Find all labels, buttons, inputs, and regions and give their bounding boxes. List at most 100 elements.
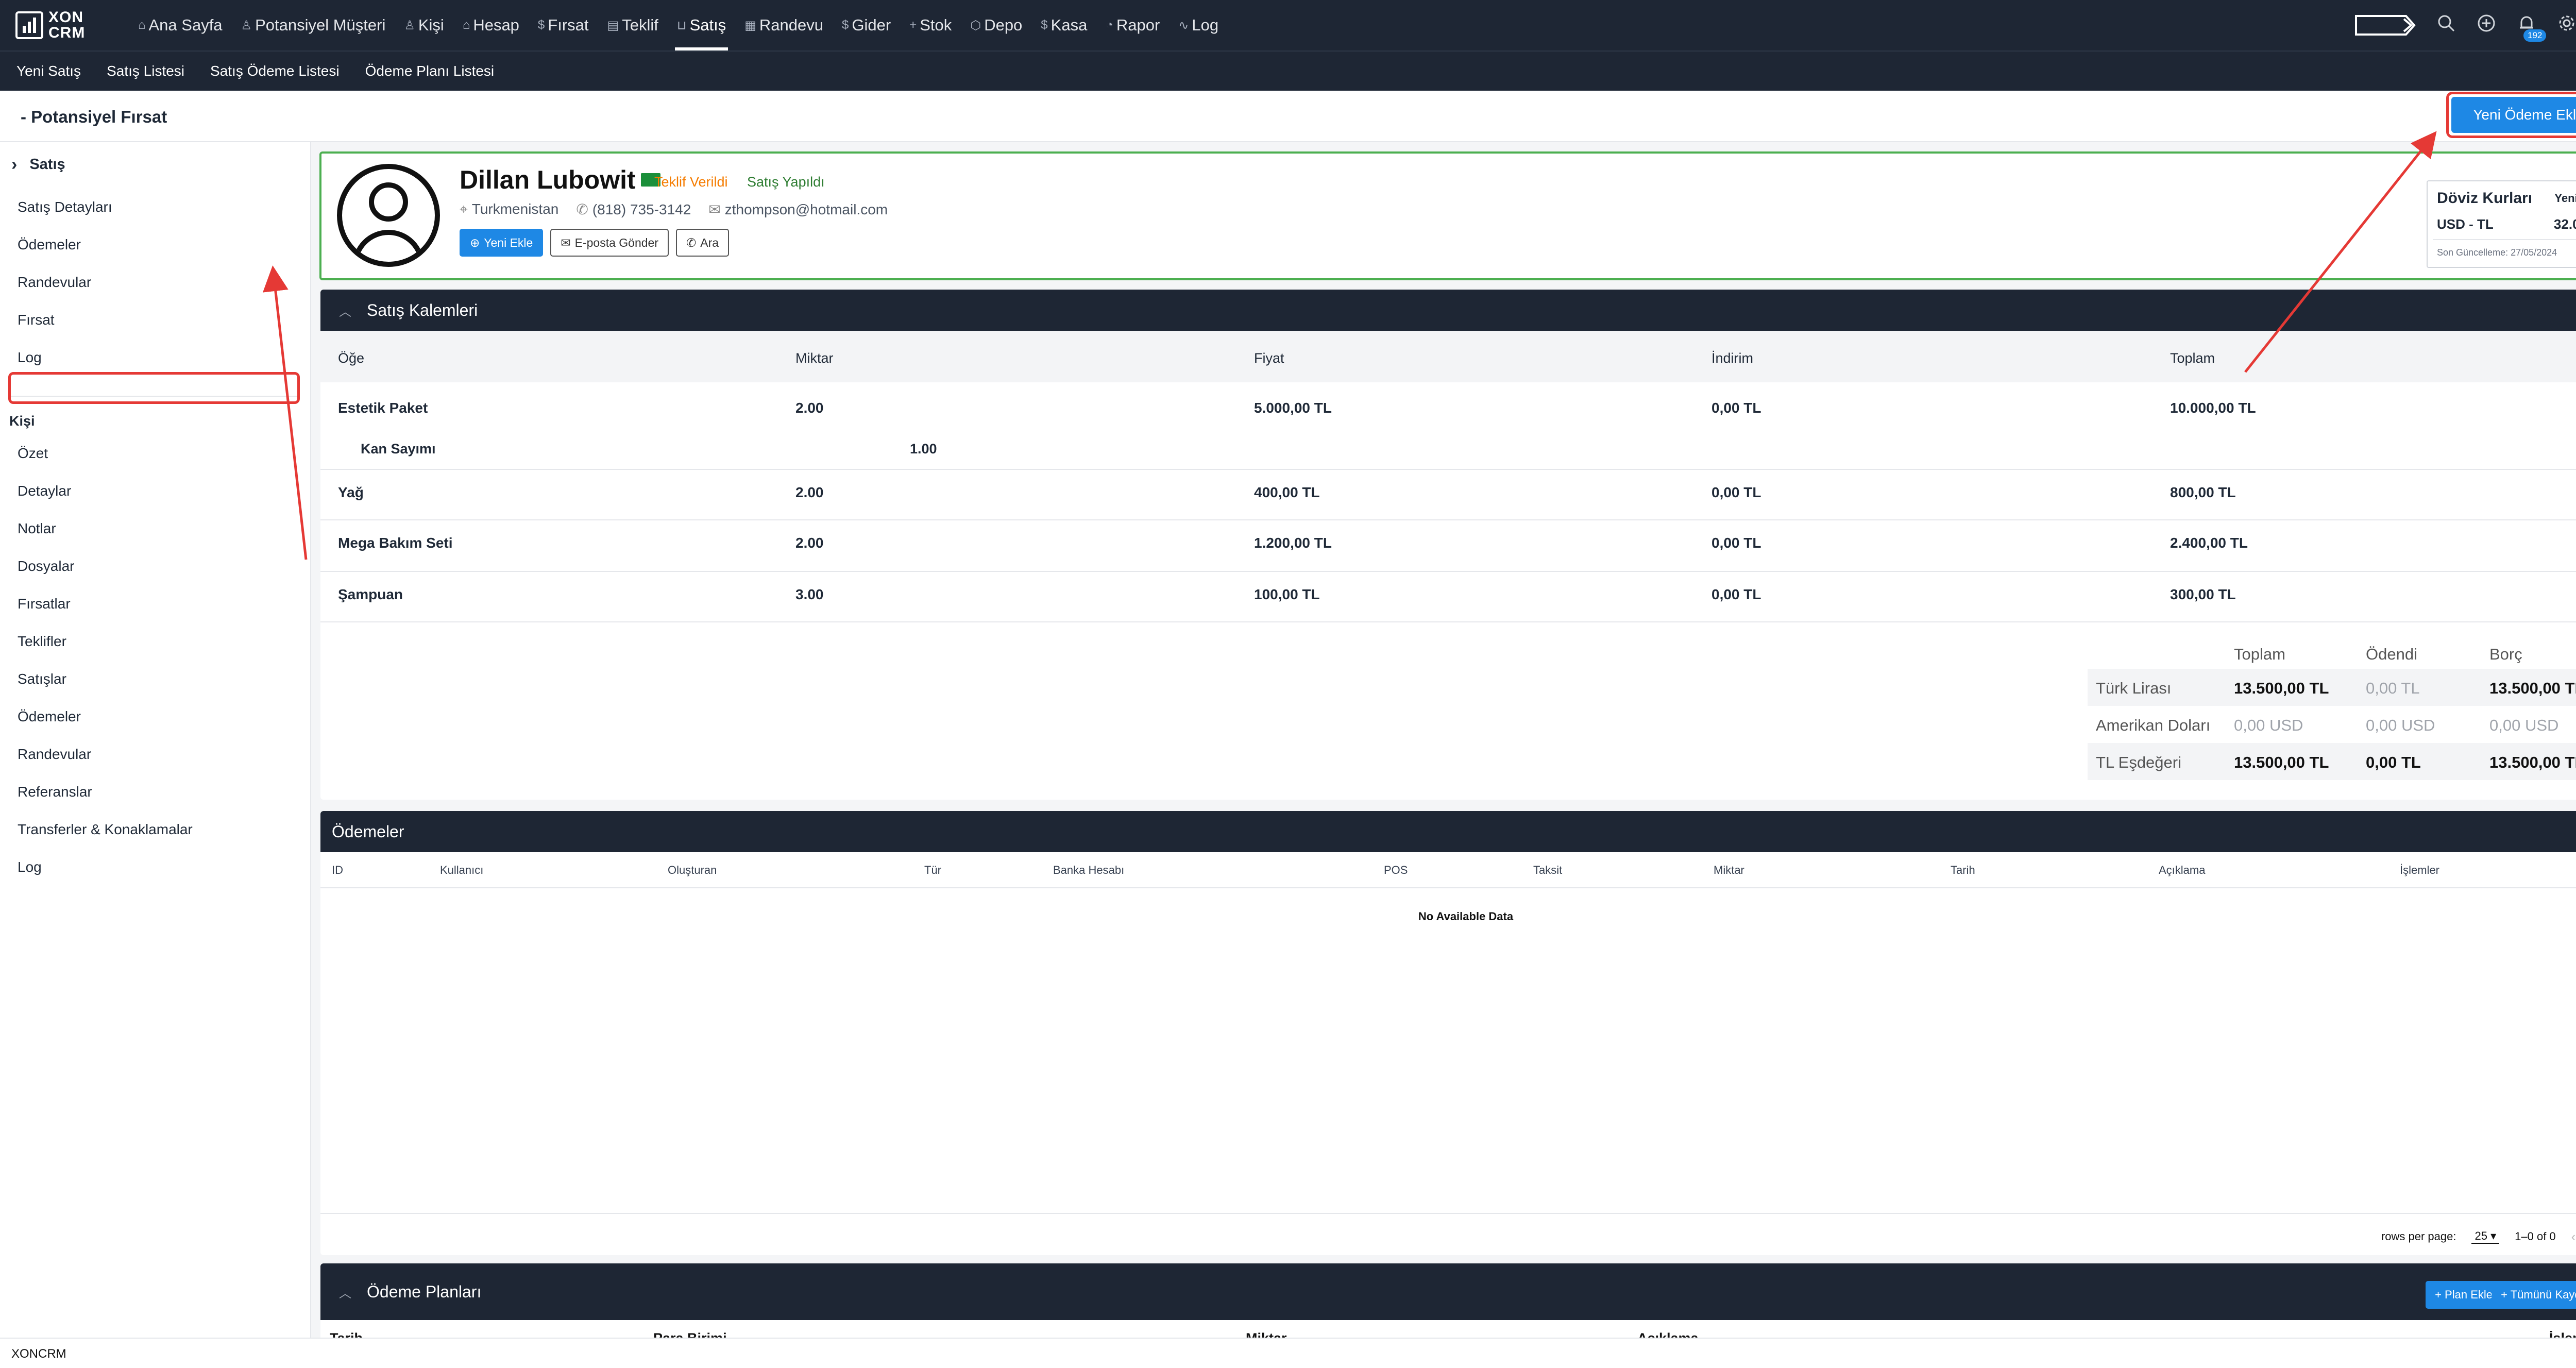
nav-item-12[interactable]: ◔ Rapor [1096,0,1169,50]
sidebar-item-opportunities[interactable]: Fırsatlar [18,596,71,612]
arrow-tag-icon[interactable] [2354,14,2416,37]
sidebar-sale-header[interactable]: › Satış [11,155,65,175]
sidebar-item-references[interactable]: Referanslar [18,784,92,800]
sidebar-item-sale-details[interactable]: Satış Detayları [18,199,112,215]
nav-item-0[interactable]: ⌂ Ana Sayfa [129,0,232,50]
nav-item-4[interactable]: $ Fırsat [529,0,598,50]
contact-phone[interactable]: ✆ (818) 735-3142 [576,201,691,218]
nav-label: Stok [920,16,952,34]
empty-state: No Available Data [1418,910,1514,923]
sidebar-item-offers[interactable]: Teklifler [18,633,66,650]
nav-item-13[interactable]: ∿ Log [1169,0,1228,50]
add-plan-button[interactable]: + Plan Ekle [2426,1281,2502,1309]
pay-col-pos: POS [1384,864,1408,876]
send-email-button[interactable]: ✉ E-posta Gönder [550,229,669,257]
nav-item-3[interactable]: ⌂ Hesap [453,0,529,50]
dollar-icon: $ [1041,18,1048,32]
home-icon: ⌂ [138,18,146,32]
subnav-sales-list[interactable]: Satış Listesi [107,63,184,79]
pay-col-installment: Taksit [1533,864,1563,876]
calendar-icon: ▦ [744,18,756,32]
rows-per-page-select[interactable]: 25 ▾ [2471,1229,2500,1244]
table-cell: 10.000,00 TL [2170,400,2256,416]
col-total: Toplam [2170,350,2215,366]
pay-col-amount: Miktar [1714,864,1744,876]
table-cell: 5.000,00 TL [1254,400,1332,416]
sidebar-item-contact-appointments[interactable]: Randevular [18,746,91,763]
add-circle-icon[interactable] [2476,14,2497,37]
chevron-right-icon: › [11,155,18,174]
sales-items-header[interactable]: ︿ Satış Kalemleri [320,290,2576,331]
col-discount: İndirim [1711,350,1754,366]
page-header: - Potansiyel Fırsat [0,91,2576,142]
sidebar-item-sales[interactable]: Satışlar [18,671,66,687]
table-cell: Şampuan [338,586,403,602]
document-icon: ▤ [607,18,619,32]
exchange-rates-box: Döviz Kurları Yenile USD - TL 32.08 Son … [2427,180,2576,268]
nav-item-9[interactable]: + Stok [900,0,961,50]
contact-meta: ⌖ Turkmenistan ✆ (818) 735-3142 ✉ zthompson… [460,201,888,218]
table-cell: 2.00 [795,535,824,551]
sidebar-item-summary[interactable]: Özet [18,445,48,462]
bell-icon[interactable]: 192 [2516,14,2547,42]
nav-item-10[interactable]: ⬡ Depo [961,0,1031,50]
nav-label: Kasa [1050,16,1088,34]
app-logo[interactable]: XON CRM [15,7,103,43]
nav-item-5[interactable]: ▤ Teklif [598,0,668,50]
sidebar-item-transfers[interactable]: Transferler & Konaklamalar [18,821,193,838]
sidebar-item-payments[interactable]: Ödemeler [18,237,81,253]
plus-circle-icon: ⊕ [470,235,480,249]
contact-name: Dillan Lubowit [460,165,660,195]
save-all-button[interactable]: + Tümünü Kaydet [2492,1281,2576,1309]
table-cell: 2.400,00 TL [2170,535,2248,551]
dollar-icon: $ [537,18,545,32]
table-cell: Yağ [338,484,364,500]
col-item: Öğe [338,350,365,366]
plus-icon: + [909,18,917,32]
sidebar-item-contact-log[interactable]: Log [18,859,42,875]
mail-icon: ✉ [561,235,571,249]
sidebar-item-files[interactable]: Dosyalar [18,558,74,575]
add-new-button[interactable]: ⊕ Yeni Ekle [460,229,544,257]
search-icon[interactable] [2436,14,2456,37]
pay-col-actions: İşlemler [2400,864,2440,876]
box-icon: ⬡ [970,18,981,32]
highlight-box-new-payment [2446,92,2576,138]
sidebar-item-opportunity[interactable]: Fırsat [18,312,55,328]
gear-icon[interactable] [2556,14,2576,37]
payment-plans-header[interactable]: ︿ Ödeme Planları [320,1263,2576,1320]
pay-col-bank-account: Banka Hesabı [1053,864,1125,876]
sidebar-item-appointments[interactable]: Randevular [18,274,91,291]
highlight-box-payments [8,372,300,404]
sidebar-contact-section: Kişi [9,413,35,429]
exchange-rates-title: Döviz Kurları [2437,190,2533,207]
subnav-sale-payments-list[interactable]: Satış Ödeme Listesi [210,63,340,79]
col-price: Fiyat [1254,350,1284,366]
subnav-payment-plan-list[interactable]: Ödeme Planı Listesi [365,63,495,79]
nav-item-11[interactable]: $ Kasa [1031,0,1096,50]
prev-page-icon[interactable]: ‹ [2571,1229,2576,1245]
sidebar-item-notes[interactable]: Notlar [18,520,56,537]
nav-label: Ana Sayfa [148,16,223,34]
sidebar-item-log[interactable]: Log [18,349,42,366]
people-icon: ♙ [404,18,415,32]
nav-label: Depo [984,16,1023,34]
profile-actions: ⊕ Yeni Ekle ✉ E-posta Gönder ✆ Ara [460,229,730,257]
subnav-new-sale[interactable]: Yeni Satış [16,63,81,79]
sidebar-item-contact-payments[interactable]: Ödemeler [18,708,81,725]
pagination-range: 1–0 of 0 [2515,1230,2556,1243]
nav-item-8[interactable]: $ Gider [833,0,900,50]
pay-col-date: Tarih [1951,864,1975,876]
person-icon: ♙ [241,18,252,32]
phone-icon: ✆ [686,235,697,249]
nav-label: Hesap [473,16,519,34]
nav-item-2[interactable]: ♙ Kişi [395,0,453,50]
nav-item-7[interactable]: ▦ Randevu [735,0,833,50]
sidebar-item-details[interactable]: Detaylar [18,483,71,499]
nav-item-1[interactable]: ♙ Potansiyel Müşteri [232,0,395,50]
call-button[interactable]: ✆ Ara [676,229,730,257]
summary-row-try: Türk Lirası 13.500,00 TL 0,00 TL 13.500,… [2088,669,2576,706]
nav-item-6[interactable]: ⊔ Satış [668,0,735,50]
refresh-rates-button[interactable]: Yenile [2554,192,2576,205]
contact-email[interactable]: ✉ zthompson@hotmail.com [708,201,888,218]
